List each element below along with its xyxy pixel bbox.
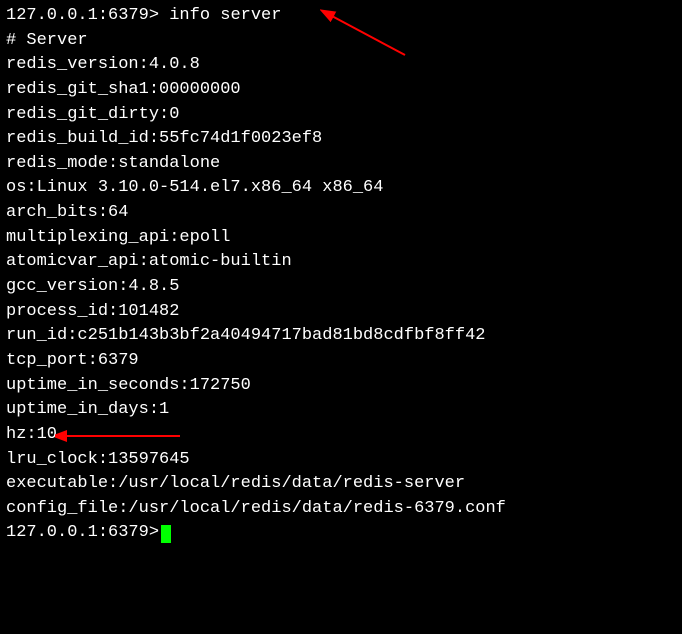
output-line: run_id:c251b143b3bf2a40494717bad81bd8cdf… [6, 324, 676, 349]
output-line: config_file:/usr/local/redis/data/redis-… [6, 497, 676, 522]
output-line: hz:10 [6, 423, 676, 448]
command-text: info server [169, 6, 281, 25]
output-line: redis_mode:standalone [6, 152, 676, 177]
output-line: arch_bits:64 [6, 201, 676, 226]
prompt-text-2: 127.0.0.1:6379> [6, 521, 159, 546]
section-header: # Server [6, 29, 676, 54]
output-line: uptime_in_days:1 [6, 398, 676, 423]
output-line: multiplexing_api:epoll [6, 226, 676, 251]
prompt-line-2[interactable]: 127.0.0.1:6379> [6, 521, 676, 546]
output-line: atomicvar_api:atomic-builtin [6, 250, 676, 275]
prompt-line-1: 127.0.0.1:6379> info server [6, 4, 676, 29]
output-line: executable:/usr/local/redis/data/redis-s… [6, 472, 676, 497]
output-line: lru_clock:13597645 [6, 448, 676, 473]
output-line: os:Linux 3.10.0-514.el7.x86_64 x86_64 [6, 176, 676, 201]
output-line: redis_git_sha1:00000000 [6, 78, 676, 103]
output-line: gcc_version:4.8.5 [6, 275, 676, 300]
prompt-text-1: 127.0.0.1:6379> [6, 6, 169, 25]
cursor-icon [161, 525, 171, 543]
output-line: process_id:101482 [6, 300, 676, 325]
output-line: tcp_port:6379 [6, 349, 676, 374]
output-line: redis_version:4.0.8 [6, 53, 676, 78]
output-line: redis_build_id:55fc74d1f0023ef8 [6, 127, 676, 152]
output-line: uptime_in_seconds:172750 [6, 374, 676, 399]
output-line: redis_git_dirty:0 [6, 103, 676, 128]
